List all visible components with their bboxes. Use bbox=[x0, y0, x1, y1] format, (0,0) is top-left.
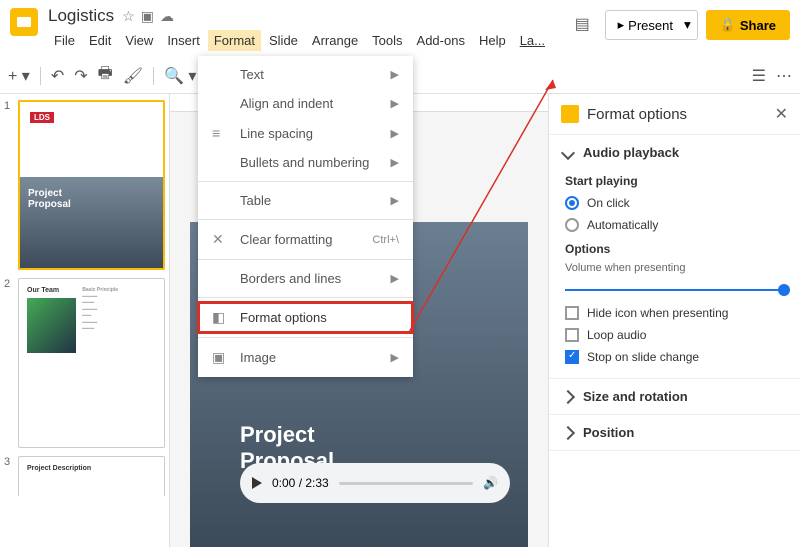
new-slide-button[interactable]: + ▾ bbox=[8, 66, 30, 86]
menu-slide[interactable]: Slide bbox=[263, 30, 304, 51]
size-rotation-section[interactable]: Size and rotation bbox=[563, 389, 786, 404]
menu-clear-formatting[interactable]: ✕Clear formattingCtrl+\ bbox=[198, 224, 413, 255]
check-hide-icon[interactable]: Hide icon when presenting bbox=[565, 302, 786, 324]
menu-bullets[interactable]: Bullets and numbering▶ bbox=[198, 148, 413, 177]
menu-tools[interactable]: Tools bbox=[366, 30, 408, 51]
cloud-icon[interactable]: ☁ bbox=[160, 8, 174, 25]
radio-on-click[interactable]: On click bbox=[565, 192, 786, 214]
radio-automatically[interactable]: Automatically bbox=[565, 214, 786, 236]
options-label: Options bbox=[565, 242, 786, 256]
menu-line-spacing[interactable]: ≡Line spacing▶ bbox=[198, 118, 413, 148]
slide-thumbnails: 1 LDS ProjectProposal 2 Our Team Basic P… bbox=[0, 94, 170, 547]
thumbnail-2[interactable]: 2 Our Team Basic Principle━━━━━━━━━━━━━━… bbox=[4, 278, 165, 448]
menu-borders[interactable]: Borders and lines▶ bbox=[198, 264, 413, 293]
chevron-right-icon bbox=[561, 389, 575, 403]
chevron-right-icon bbox=[561, 425, 575, 439]
slides-logo bbox=[10, 8, 38, 36]
menu-text[interactable]: Text▶ bbox=[198, 60, 413, 89]
panel-title: Format options bbox=[587, 106, 767, 123]
chevron-down-icon bbox=[561, 145, 575, 159]
menu-insert[interactable]: Insert bbox=[161, 30, 206, 51]
present-button[interactable]: ▸ Present bbox=[605, 10, 686, 40]
undo-icon[interactable]: ↶ bbox=[51, 66, 64, 86]
player-track[interactable] bbox=[339, 482, 473, 485]
print-icon[interactable]: 🖶 bbox=[98, 62, 113, 89]
menu-format[interactable]: Format bbox=[208, 30, 261, 51]
close-icon[interactable]: ✕ bbox=[775, 104, 788, 124]
redo-icon[interactable]: ↷ bbox=[74, 66, 87, 86]
format-options-icon bbox=[561, 105, 579, 123]
share-button[interactable]: 🔒 Share bbox=[706, 10, 790, 40]
layout-icon[interactable]: ☰ bbox=[752, 66, 766, 86]
menu-align[interactable]: Align and indent▶ bbox=[198, 89, 413, 118]
menu-file[interactable]: File bbox=[48, 30, 81, 51]
format-options-panel: Format options ✕ Audio playback Start pl… bbox=[548, 94, 800, 547]
menu-format-options[interactable]: ◧Format options bbox=[198, 302, 413, 333]
check-loop[interactable]: Loop audio bbox=[565, 324, 786, 346]
menu-arrange[interactable]: Arrange bbox=[306, 30, 364, 51]
menu-image[interactable]: ▣Image▶ bbox=[198, 342, 413, 373]
zoom-icon[interactable]: 🔍 ▾ bbox=[164, 66, 196, 86]
move-icon[interactable]: ▣ bbox=[141, 8, 154, 25]
star-icon[interactable]: ☆ bbox=[122, 8, 135, 25]
position-section[interactable]: Position bbox=[563, 425, 786, 440]
volume-slider[interactable] bbox=[565, 282, 786, 298]
start-playing-label: Start playing bbox=[565, 174, 786, 188]
menubar: File Edit View Insert Format Slide Arran… bbox=[48, 30, 575, 51]
menu-table[interactable]: Table▶ bbox=[198, 186, 413, 215]
thumbnail-1[interactable]: 1 LDS ProjectProposal bbox=[4, 100, 165, 270]
more-icon[interactable]: ⋯ bbox=[776, 66, 792, 86]
menu-view[interactable]: View bbox=[119, 30, 159, 51]
menu-last[interactable]: La... bbox=[514, 30, 551, 51]
audio-player[interactable]: 0:00 / 2:33 🔊 bbox=[240, 463, 510, 503]
play-icon[interactable] bbox=[252, 477, 262, 489]
doc-title[interactable]: Logistics bbox=[48, 6, 114, 26]
paint-format-icon[interactable]: 🖌 bbox=[123, 66, 143, 86]
check-stop[interactable]: Stop on slide change bbox=[565, 346, 786, 368]
thumbnail-3[interactable]: 3 Project Description bbox=[4, 456, 165, 496]
audio-playback-section[interactable]: Audio playback bbox=[563, 145, 786, 160]
menu-edit[interactable]: Edit bbox=[83, 30, 117, 51]
menu-addons[interactable]: Add-ons bbox=[411, 30, 471, 51]
player-time: 0:00 / 2:33 bbox=[272, 476, 329, 490]
format-dropdown-menu: Text▶ Align and indent▶ ≡Line spacing▶ B… bbox=[198, 56, 413, 377]
volume-label: Volume when presenting bbox=[565, 262, 786, 274]
volume-icon[interactable]: 🔊 bbox=[483, 476, 498, 490]
present-dropdown[interactable]: ▾ bbox=[678, 10, 698, 40]
lds-badge: LDS bbox=[30, 112, 54, 123]
comment-icon[interactable]: ▤ bbox=[575, 14, 597, 36]
menu-help[interactable]: Help bbox=[473, 30, 512, 51]
